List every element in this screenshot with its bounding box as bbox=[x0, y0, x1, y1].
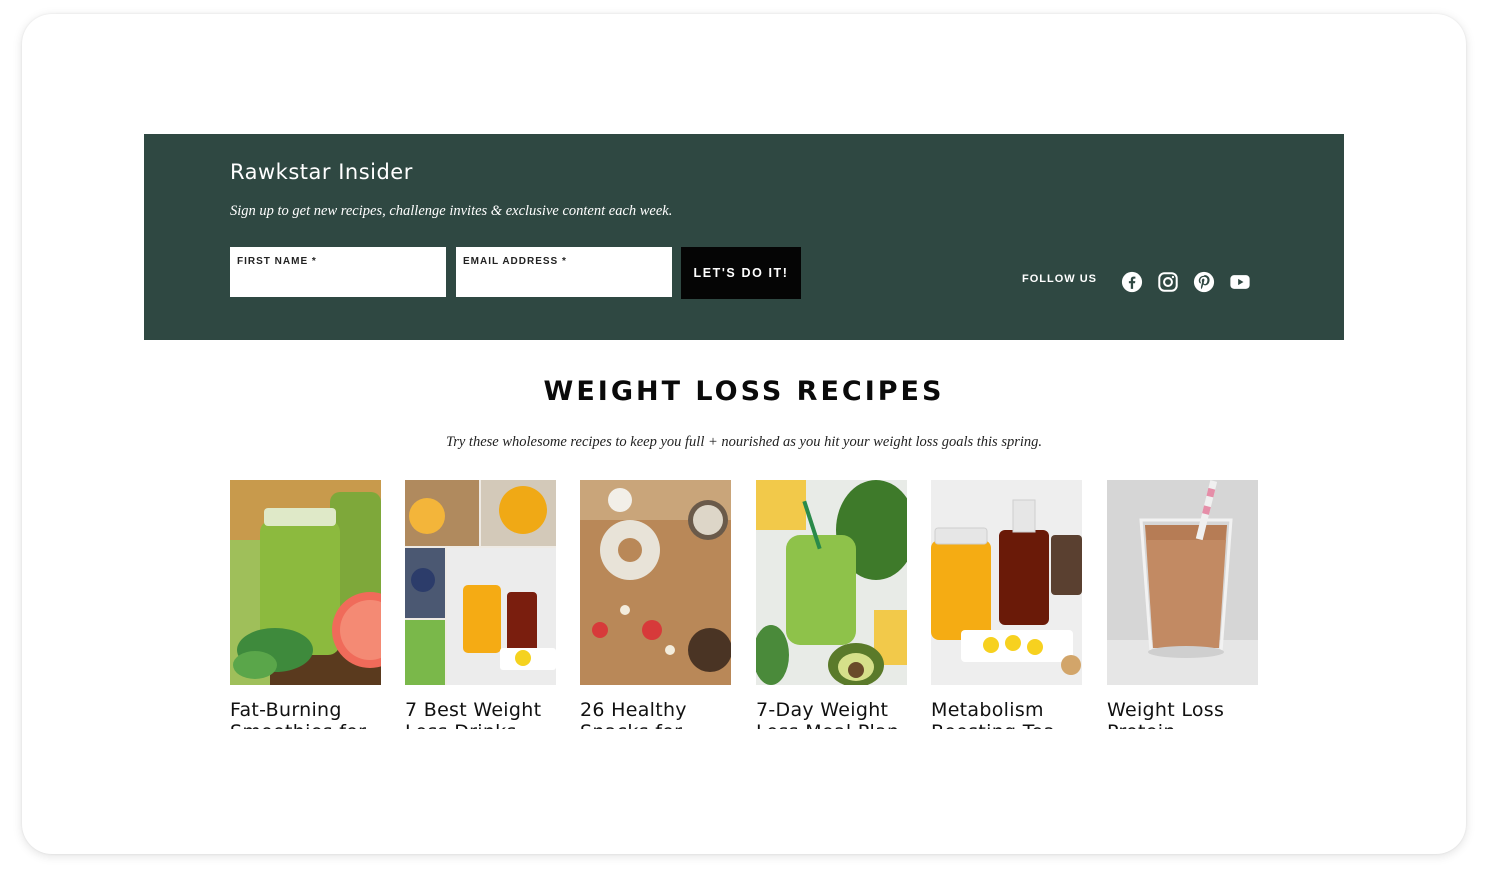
recipe-image[interactable] bbox=[230, 480, 381, 685]
newsletter-subtitle: Sign up to get new recipes, challenge in… bbox=[230, 203, 673, 219]
recipe-image[interactable] bbox=[931, 480, 1082, 685]
facebook-icon[interactable] bbox=[1121, 271, 1143, 293]
first-name-input[interactable] bbox=[237, 271, 439, 291]
recipe-card[interactable]: 7-Day Weight Loss Meal Plan bbox=[756, 480, 907, 729]
first-name-label: FIRST NAME * bbox=[237, 256, 317, 267]
recipe-title[interactable]: Metabolism Boosting Tea bbox=[931, 699, 1082, 729]
first-name-field[interactable]: FIRST NAME * bbox=[230, 247, 446, 297]
email-label: EMAIL ADDRESS * bbox=[463, 256, 567, 267]
youtube-icon[interactable] bbox=[1229, 271, 1251, 293]
pinterest-icon[interactable] bbox=[1193, 271, 1215, 293]
recipe-title[interactable]: 7 Best Weight Loss Drinks bbox=[405, 699, 556, 729]
page-frame: Rawkstar Insider Sign up to get new reci… bbox=[22, 14, 1466, 854]
follow-us-label: FOLLOW US bbox=[1022, 273, 1097, 285]
section-subtitle: Try these wholesome recipes to keep you … bbox=[445, 434, 1043, 450]
recipe-card[interactable]: Weight Loss Protein bbox=[1107, 480, 1258, 729]
email-input[interactable] bbox=[463, 271, 665, 291]
section-title: WEIGHT LOSS RECIPES bbox=[543, 376, 945, 407]
recipe-image[interactable] bbox=[405, 480, 556, 685]
recipe-title[interactable]: Weight Loss Protein bbox=[1107, 699, 1258, 729]
email-field[interactable]: EMAIL ADDRESS * bbox=[456, 247, 672, 297]
recipe-title[interactable]: 26 Healthy Snacks for bbox=[580, 699, 731, 729]
submit-button[interactable]: LET'S DO IT! bbox=[681, 247, 801, 299]
recipe-card[interactable]: 7 Best Weight Loss Drinks bbox=[405, 480, 556, 729]
newsletter-title: Rawkstar Insider bbox=[230, 160, 413, 184]
recipe-card[interactable]: 26 Healthy Snacks for bbox=[580, 480, 731, 729]
recipe-image[interactable] bbox=[580, 480, 731, 685]
recipe-image[interactable] bbox=[1107, 480, 1258, 685]
recipe-title[interactable]: Fat-Burning Smoothies for bbox=[230, 699, 381, 729]
instagram-icon[interactable] bbox=[1157, 271, 1179, 293]
recipe-title[interactable]: 7-Day Weight Loss Meal Plan bbox=[756, 699, 907, 729]
recipe-card[interactable]: Fat-Burning Smoothies for bbox=[230, 480, 381, 729]
recipe-card[interactable]: Metabolism Boosting Tea bbox=[931, 480, 1082, 729]
newsletter-banner: Rawkstar Insider Sign up to get new reci… bbox=[144, 134, 1344, 340]
recipe-image[interactable] bbox=[756, 480, 907, 685]
